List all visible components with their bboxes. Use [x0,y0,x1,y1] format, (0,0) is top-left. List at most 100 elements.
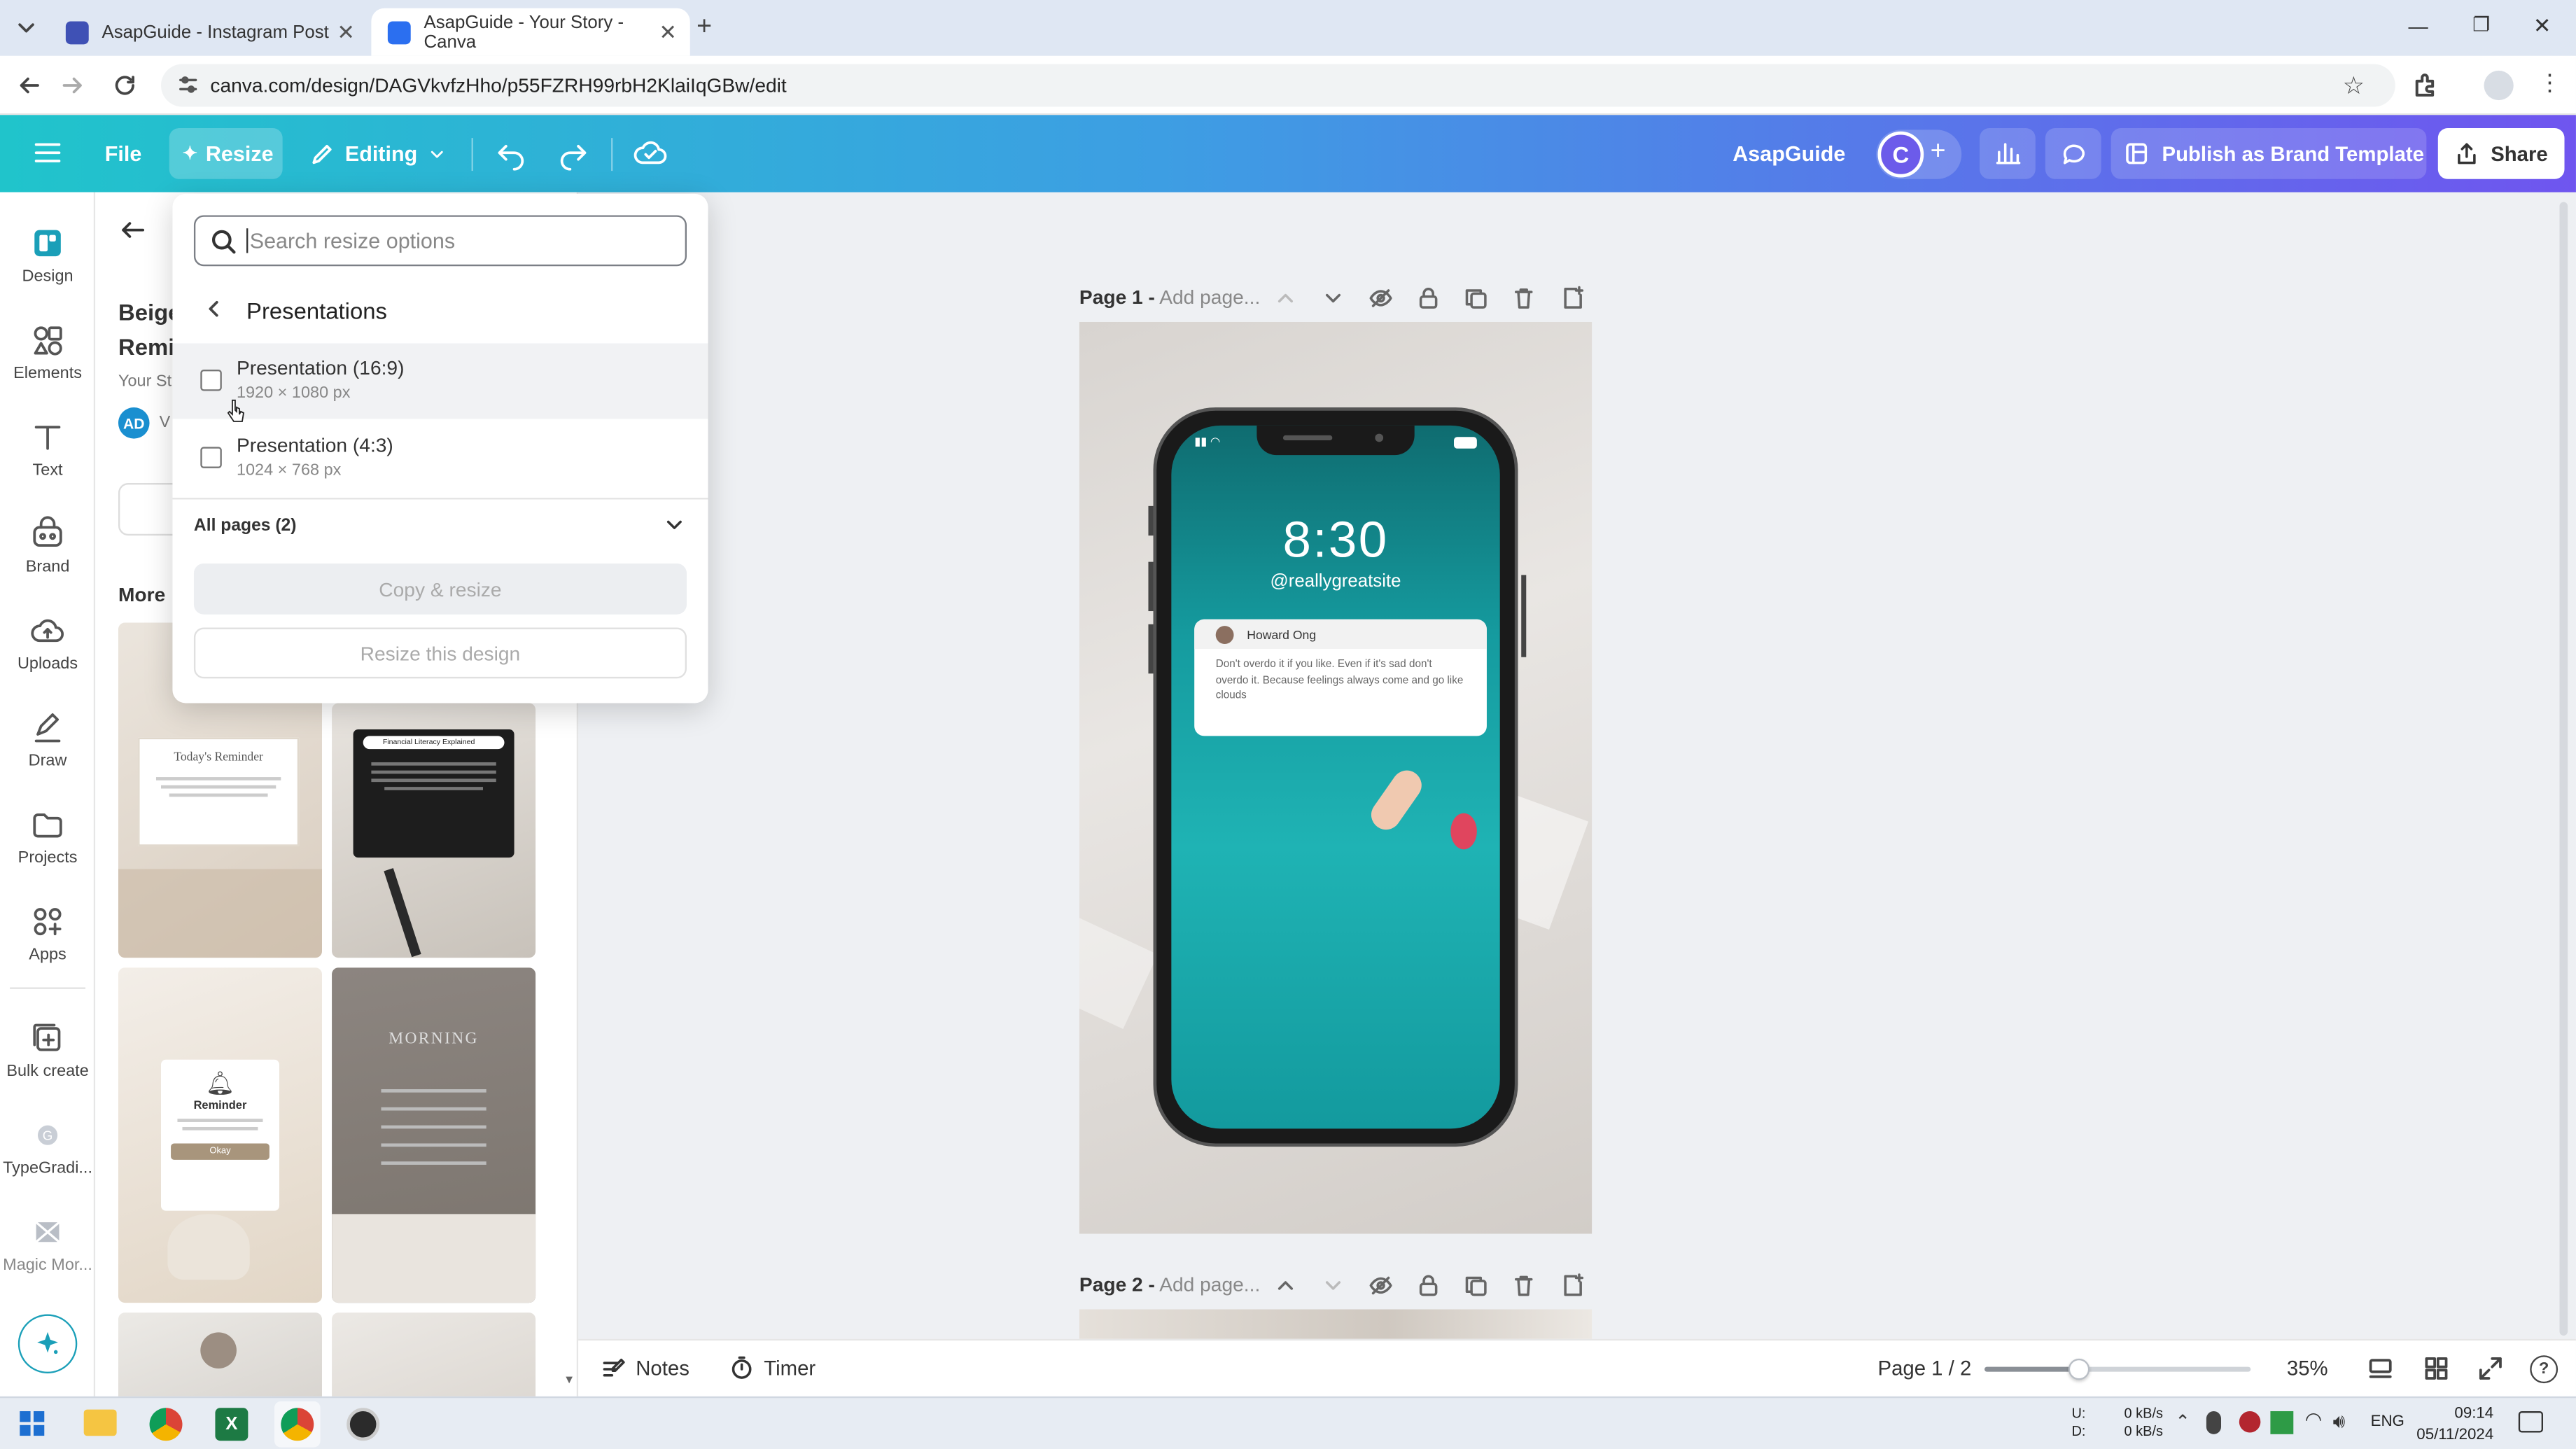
page-counter[interactable]: Page 1 / 2 [1878,1357,1972,1380]
minimize-window-icon[interactable]: — [2409,15,2428,38]
template-thumbnail[interactable]: 🔔︎ Reminder Okay [118,967,322,1303]
main-menu-icon[interactable] [28,133,67,172]
rail-item-uploads[interactable]: Uploads [0,612,95,673]
file-explorer-icon[interactable] [83,1409,117,1436]
undo-icon[interactable] [491,133,531,172]
browser-tab-your-story[interactable]: AsapGuide - Your Story - Canva ✕ [371,8,690,56]
comments-button[interactable] [2045,128,2101,179]
new-tab-icon[interactable]: + [696,13,712,43]
back-arrow-icon[interactable] [118,215,148,244]
resize-this-design-button[interactable]: Resize this design [193,627,687,679]
delete-page-icon[interactable] [1511,286,1536,310]
rail-item-design[interactable]: Design [0,225,95,286]
site-info-icon[interactable] [177,74,199,96]
rail-item-typegradient[interactable]: G TypeGradi... [0,1117,95,1178]
share-button[interactable]: Share [2437,128,2565,179]
restore-window-icon[interactable]: ❐ [2472,13,2490,36]
duplicate-page-icon[interactable] [1464,1273,1488,1298]
move-page-down-icon[interactable] [1321,1273,1345,1298]
author-name[interactable]: V [160,414,171,432]
page-1-title-input[interactable]: Add page... [1159,286,1260,309]
recording-icon[interactable] [2239,1410,2261,1433]
move-page-down-icon[interactable] [1321,286,1345,310]
move-page-up-icon[interactable] [1273,1273,1298,1298]
rail-item-draw[interactable]: Draw [0,710,95,771]
add-collaborator-icon[interactable]: + [1931,138,1946,167]
tray-chevron-up-icon[interactable]: ⌃ [2175,1411,2190,1432]
template-thumbnail[interactable] [332,1312,536,1396]
user-avatar[interactable]: C [1877,131,1924,178]
rail-item-brand[interactable]: Brand [0,516,95,577]
fullscreen-icon[interactable] [2477,1355,2504,1382]
excel-icon[interactable]: X [215,1408,248,1441]
duplicate-page-icon[interactable] [1464,286,1488,310]
profile-avatar[interactable] [2484,70,2514,101]
move-page-up-icon[interactable] [1273,286,1298,310]
option-checkbox[interactable] [200,370,222,391]
bookmark-star-icon[interactable]: ☆ [2343,71,2365,100]
editing-mode-button[interactable]: Editing [300,128,451,179]
page-view-icon[interactable] [2367,1355,2394,1382]
volume-icon[interactable]: 🔊︎ [2333,1410,2346,1434]
tray-app-icon[interactable] [2270,1410,2294,1434]
grid-view-icon[interactable] [2423,1355,2450,1382]
page-2-title-input[interactable]: Add page... [1159,1273,1260,1296]
add-page-icon[interactable] [1561,286,1586,310]
insights-button[interactable] [1980,128,2036,179]
hide-page-icon[interactable] [1368,286,1393,310]
notes-button[interactable]: Notes [601,1355,690,1380]
active-chrome-taskbar-item[interactable] [274,1401,321,1448]
resize-button[interactable]: ✦ Resize [169,128,283,179]
rail-item-apps[interactable]: Apps [0,904,95,965]
rail-item-text[interactable]: Text [0,419,95,479]
notifications-icon[interactable] [2518,1410,2544,1433]
reload-icon[interactable] [112,72,139,99]
back-icon[interactable] [16,72,43,99]
template-thumbnail[interactable]: MORNING [332,967,536,1303]
pages-selector[interactable]: All pages (2) [194,511,687,540]
app-icon[interactable] [346,1408,380,1441]
cloud-save-icon[interactable] [631,133,670,172]
canvas-scrollbar[interactable] [2559,202,2568,1336]
browser-menu-icon[interactable]: ⋮ [2538,69,2561,97]
copy-and-resize-button[interactable]: Copy & resize [193,563,687,615]
file-menu-button[interactable]: File [92,128,154,179]
address-bar[interactable]: canva.com/design/DAGVkvfzHho/p55FZRH99rb… [160,64,2395,107]
template-thumbnail[interactable] [118,1312,322,1396]
close-tab-icon[interactable]: ✕ [337,19,355,46]
resize-option-presentation-4-3[interactable]: Presentation (4:3) 1024 × 768 px [172,421,708,496]
rail-item-projects[interactable]: Projects [0,806,95,867]
category-back-icon[interactable] [202,298,225,321]
lock-page-icon[interactable] [1416,1273,1441,1298]
lock-page-icon[interactable] [1416,286,1441,310]
chrome-icon[interactable] [149,1408,183,1441]
help-icon[interactable]: ? [2530,1355,2558,1384]
hide-page-icon[interactable] [1368,1273,1393,1298]
browser-tab-instagram-post[interactable]: AsapGuide - Instagram Post ✕ [49,8,368,56]
template-thumbnail[interactable]: Financial Literacy Explained [332,703,536,958]
magic-assistant-button[interactable] [18,1314,78,1374]
timer-button[interactable]: Timer [729,1355,816,1380]
panel-scroll-down-icon[interactable]: ▼ [564,1375,575,1386]
redo-icon[interactable] [554,133,593,172]
rail-item-bulk-create[interactable]: Bulk create [0,1020,95,1081]
extensions-icon[interactable] [2412,71,2440,99]
option-checkbox[interactable] [200,447,222,468]
resize-option-presentation-16-9[interactable]: Presentation (16:9) 1920 × 1080 px [172,343,708,422]
rail-item-magic-morph[interactable]: Magic Mor... [0,1214,95,1275]
zoom-level[interactable]: 35% [2287,1357,2328,1380]
zoom-slider[interactable] [1984,1358,2251,1380]
rail-item-elements[interactable]: Elements [0,322,95,383]
clock[interactable]: 09:14 05/11/2024 [2416,1403,2493,1446]
microphone-icon[interactable] [2206,1410,2222,1434]
close-window-icon[interactable]: ✕ [2533,13,2552,40]
resize-search-input[interactable]: Search resize options [193,215,687,267]
close-tab-icon[interactable]: ✕ [659,19,677,46]
forward-icon[interactable] [59,72,85,99]
page-2-canvas[interactable] [1079,1309,1592,1341]
publish-brand-template-button[interactable]: Publish as Brand Template [2110,128,2427,179]
tab-list-chevron-icon[interactable] [13,15,40,41]
wifi-icon[interactable]: ◠ [2305,1408,2323,1431]
delete-page-icon[interactable] [1511,1273,1536,1298]
windows-start-icon[interactable] [20,1410,45,1436]
